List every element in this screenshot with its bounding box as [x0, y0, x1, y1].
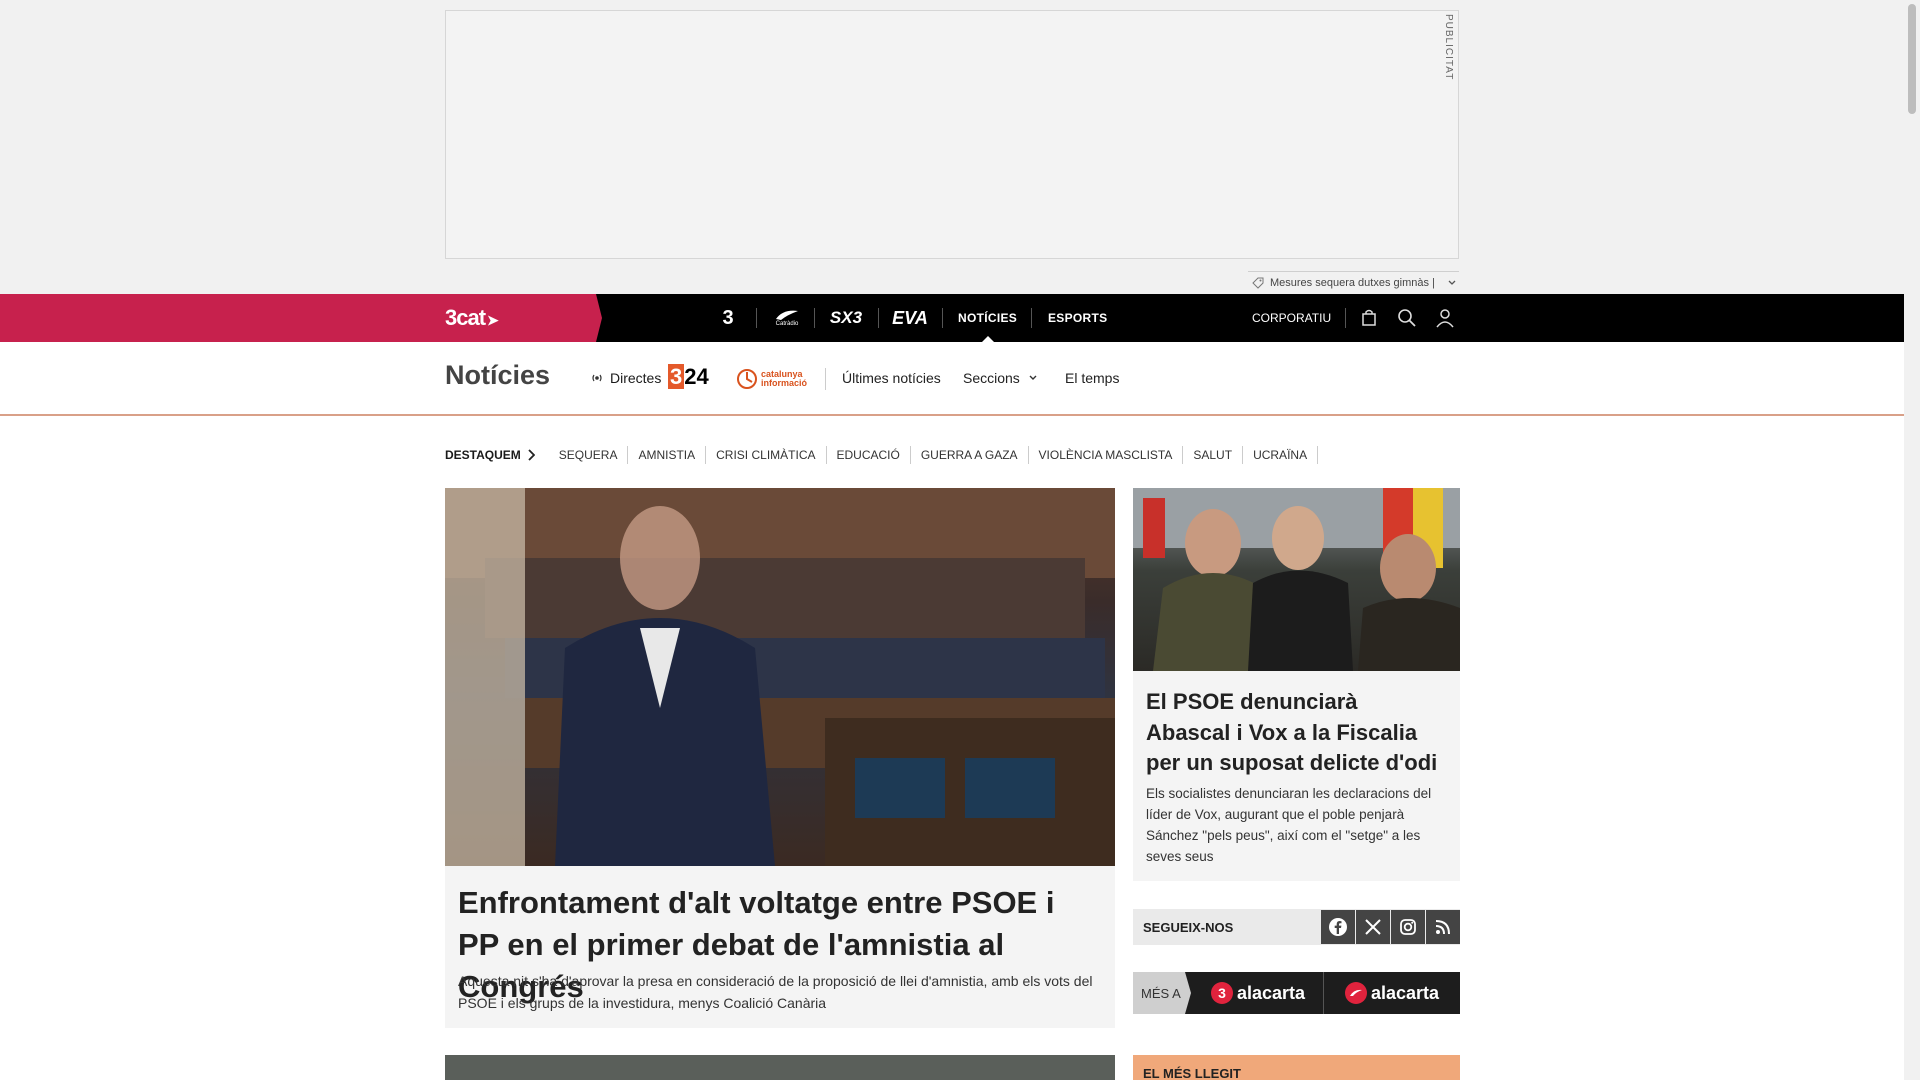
side-story-headline[interactable]: El PSOE denunciarà Abascal i Vox a la Fi… — [1146, 687, 1446, 779]
nav-divider — [756, 308, 757, 328]
channel-catradio-logo[interactable]: Catràdio — [770, 294, 804, 342]
follow-us-bar: SEGUEIX-NOS — [1133, 909, 1460, 945]
section-divider — [825, 368, 826, 390]
nav-divider — [942, 308, 943, 328]
page-title: Notícies — [445, 360, 551, 390]
main-story-image[interactable] — [445, 488, 1115, 866]
channel-eva-logo[interactable]: EVA — [888, 294, 932, 342]
destaquem-tag[interactable]: EDUCACIÓ — [827, 446, 911, 464]
destaquem-tag[interactable]: VIOLÈNCIA MASCLISTA — [1029, 446, 1184, 464]
follow-us-label: SEGUEIX-NOS — [1143, 920, 1234, 935]
destaquem-tag[interactable]: SEQUERA — [549, 446, 629, 464]
page-scrollbar[interactable] — [1904, 0, 1920, 1080]
catradio-alacarta-link[interactable]: alacarta — [1345, 972, 1439, 1014]
link-el-temps[interactable]: El temps — [1065, 370, 1119, 386]
catradio-logo-icon — [1345, 982, 1367, 1004]
advertisement-label: PUBLICITAT — [1443, 14, 1454, 81]
scrollbar-thumb[interactable] — [1908, 4, 1916, 114]
destaquem-tag[interactable]: SALUT — [1183, 446, 1244, 464]
destaquem-tag[interactable]: CRISI CLIMÀTICA — [706, 446, 827, 464]
catalunya-informacio-icon — [737, 369, 757, 389]
live-broadcast-icon — [590, 372, 604, 384]
nav-divider — [1031, 308, 1032, 328]
destaquem-tag[interactable]: GUERRA A GAZA — [911, 446, 1029, 464]
destaquem-tag[interactable]: UCRAÏNA — [1243, 446, 1319, 464]
side-story-card[interactable]: El PSOE denunciarà Abascal i Vox a la Fi… — [1133, 671, 1460, 881]
advertisement-strip-text: Mesures sequera dutxes gimnàs | — [1270, 276, 1435, 289]
brand-logo[interactable]: 3cat ➤ — [445, 305, 499, 331]
nav-divider — [1345, 308, 1346, 328]
chevron-down-icon — [1028, 373, 1038, 383]
main-story-card[interactable]: Enfrontament d'alt voltatge entre PSOE i… — [445, 866, 1115, 1028]
side-story-image[interactable] — [1133, 488, 1460, 671]
destaquem-bar: DESTAQUEM SEQUERA AMNISTIA CRISI CLIMÀTI… — [445, 445, 1319, 465]
logo-324[interactable]: 332424 — [668, 364, 709, 390]
advertisement-strip[interactable]: Mesures sequera dutxes gimnàs | — [1248, 271, 1459, 293]
mes-a-bar: MÉS A 3 alacarta alacarta — [1133, 972, 1460, 1014]
directes-label: Directes — [610, 370, 662, 386]
instagram-icon[interactable] — [1391, 910, 1425, 944]
top-navigation-bar: 3cat ➤ 3 Catràdio SX3 EVA NOTÍCIES ESPORT… — [0, 294, 1904, 342]
nav-divider — [814, 308, 815, 328]
catradio-wave-icon — [776, 310, 798, 320]
search-icon[interactable] — [1396, 307, 1418, 329]
facebook-icon[interactable] — [1321, 910, 1355, 944]
shop-bag-icon[interactable] — [1358, 307, 1380, 329]
next-story-image[interactable] — [445, 1055, 1115, 1080]
mes-a-divider — [1323, 972, 1324, 1014]
tag-icon — [1252, 277, 1264, 289]
chevron-right-icon — [527, 449, 535, 461]
tv3-logo-icon: 3 — [1211, 982, 1233, 1004]
section-header: Notícies Directes 332424 catalunya infor… — [0, 342, 1904, 416]
main-story-summary: Aquesta nit s'ha d'aprovar la presa en c… — [458, 973, 1093, 1011]
tv3-alacarta-link[interactable]: 3 alacarta — [1211, 972, 1305, 1014]
nav-link-noticies[interactable]: NOTÍCIES — [958, 294, 1017, 342]
chevron-down-icon — [1447, 278, 1457, 288]
side-story-summary: Els socialistes denunciaran les declarac… — [1146, 786, 1432, 864]
directes-link[interactable]: Directes — [590, 370, 661, 386]
most-read-label: EL MÉS LLEGIT — [1143, 1066, 1241, 1081]
destaquem-tag[interactable]: AMNISTIA — [628, 446, 707, 464]
most-read-header: EL MÉS LLEGIT — [1133, 1055, 1460, 1081]
destaquem-title[interactable]: DESTAQUEM — [445, 448, 535, 462]
brand-block — [0, 294, 602, 342]
rss-icon[interactable] — [1426, 910, 1460, 944]
user-account-icon[interactable] — [1434, 307, 1456, 329]
mes-a-label: MÉS A — [1133, 972, 1191, 1014]
link-ultimes-noticies[interactable]: Últimes notícies — [842, 370, 941, 386]
nav-link-esports[interactable]: ESPORTS — [1048, 294, 1107, 342]
advertisement-banner[interactable] — [445, 10, 1459, 259]
nav-divider — [878, 308, 879, 328]
seccions-dropdown[interactable]: Seccions — [963, 370, 1038, 386]
x-icon[interactable] — [1356, 910, 1390, 944]
channel-3-logo[interactable]: 3 — [712, 294, 744, 342]
nav-link-corporatiu[interactable]: CORPORATIU — [1252, 294, 1331, 342]
channel-sx3-logo[interactable]: SX3 — [826, 294, 866, 342]
catalunya-informacio-logo[interactable]: catalunya informació — [736, 368, 807, 390]
